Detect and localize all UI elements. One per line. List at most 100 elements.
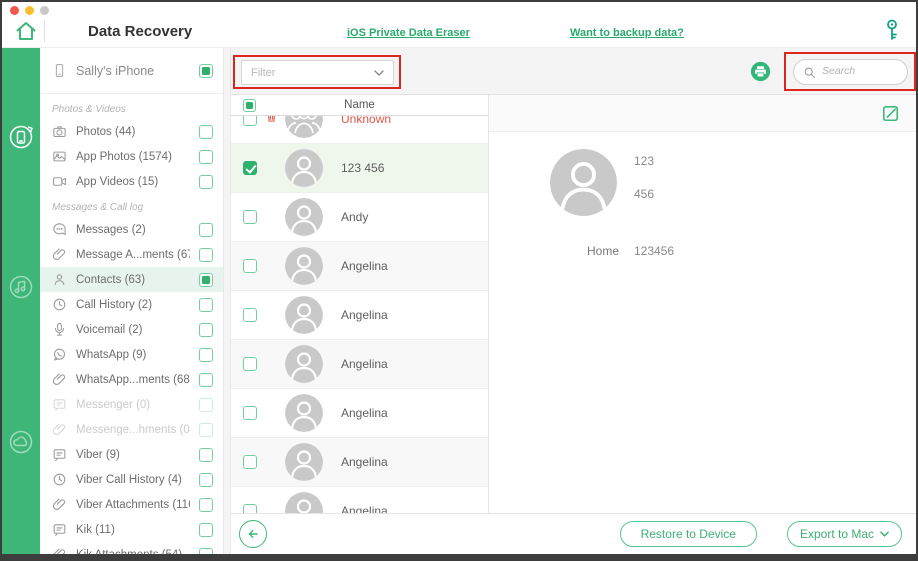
back-button[interactable] xyxy=(239,520,267,548)
contact-row-andy[interactable]: Andy xyxy=(231,193,488,242)
footer-bar: Restore to Device Export to Mac xyxy=(231,513,916,554)
key-icon[interactable] xyxy=(884,18,900,46)
contact-avatar-large xyxy=(550,149,617,216)
clock-icon xyxy=(52,297,67,312)
contact-first-name: 123 xyxy=(634,154,654,168)
iphone-icon xyxy=(52,63,67,78)
search-box[interactable] xyxy=(793,59,908,85)
bubble-square-icon xyxy=(52,447,67,462)
contact-row-angelina[interactable]: Angelina xyxy=(231,438,488,487)
contact-row-123-456[interactable]: 123 456 xyxy=(231,144,488,193)
contact-row-angelina[interactable]: Angelina xyxy=(231,291,488,340)
contact-row-angelina[interactable]: Angelina xyxy=(231,340,488,389)
sidebar-item-label: Messenge...hments (0) xyxy=(76,424,190,436)
phone-value: 123456 xyxy=(634,244,674,258)
sidebar-item-whatsapp-9[interactable]: WhatsApp (9) xyxy=(40,342,223,367)
sidebar-item-messenger-0[interactable]: Messenger (0) xyxy=(40,392,223,417)
cloud-refresh-icon[interactable] xyxy=(6,427,36,457)
window-controls[interactable] xyxy=(10,6,49,15)
contact-icon xyxy=(52,272,67,287)
restore-to-device-button[interactable]: Restore to Device xyxy=(620,521,757,547)
sidebar-item-label: Contacts (63) xyxy=(76,274,190,286)
sidebar-item-photos-44[interactable]: Photos (44) xyxy=(40,119,223,144)
row-checkbox[interactable] xyxy=(243,116,257,126)
row-checkbox[interactable] xyxy=(243,504,257,513)
music-refresh-icon[interactable] xyxy=(6,272,36,302)
sidebar-item-checkbox[interactable] xyxy=(199,223,213,237)
device-row[interactable]: Sally's iPhone xyxy=(40,48,223,94)
sidebar-item-checkbox[interactable] xyxy=(199,498,213,512)
sidebar-item-label: Kik (11) xyxy=(76,524,190,536)
sidebar-item-checkbox[interactable] xyxy=(199,423,213,437)
deleted-trash-icon xyxy=(265,116,278,129)
chevron-down-icon xyxy=(880,531,889,537)
sidebar-item-checkbox[interactable] xyxy=(199,523,213,537)
sidebar-item-checkbox[interactable] xyxy=(199,125,213,139)
backup-data-link[interactable]: Want to backup data? xyxy=(570,27,684,39)
sidebar-item-contacts-63[interactable]: Contacts (63) xyxy=(40,267,223,292)
detail-body: 123 456 Home 123456 xyxy=(489,132,916,513)
sidebar-item-checkbox[interactable] xyxy=(199,548,213,555)
sidebar-item-label: Photos (44) xyxy=(76,126,190,138)
sidebar-item-checkbox[interactable] xyxy=(199,273,213,287)
row-checkbox[interactable] xyxy=(243,210,257,224)
sidebar: Sally's iPhone Photos & VideosPhotos (44… xyxy=(40,48,224,554)
mode-rail xyxy=(2,48,40,554)
sidebar-item-checkbox[interactable] xyxy=(199,175,213,189)
contact-name: Angelina xyxy=(341,308,388,322)
sidebar-item-messenge-hments-0[interactable]: Messenge...hments (0) xyxy=(40,417,223,442)
row-checkbox[interactable] xyxy=(243,455,257,469)
phone-refresh-icon[interactable] xyxy=(6,122,36,152)
edit-icon[interactable] xyxy=(881,104,900,123)
sidebar-item-viber-call-history-4[interactable]: Viber Call History (4) xyxy=(40,467,223,492)
attachment-icon xyxy=(52,372,67,387)
export-to-mac-button[interactable]: Export to Mac xyxy=(787,521,902,547)
filter-dropdown[interactable]: Filter xyxy=(241,60,394,85)
sidebar-item-checkbox[interactable] xyxy=(199,373,213,387)
sidebar-item-checkbox[interactable] xyxy=(199,150,213,164)
search-input[interactable] xyxy=(820,60,900,82)
ios-private-data-eraser-link[interactable]: iOS Private Data Eraser xyxy=(347,27,470,39)
sidebar-item-checkbox[interactable] xyxy=(199,448,213,462)
sidebar-item-viber-9[interactable]: Viber (9) xyxy=(40,442,223,467)
sidebar-item-app-videos-15[interactable]: App Videos (15) xyxy=(40,169,223,194)
sidebar-item-checkbox[interactable] xyxy=(199,248,213,262)
row-checkbox[interactable] xyxy=(243,406,257,420)
device-checkbox[interactable] xyxy=(199,64,213,78)
export-button-label: Export to Mac xyxy=(800,527,874,541)
home-icon[interactable] xyxy=(14,19,38,43)
sidebar-item-messages-2[interactable]: Messages (2) xyxy=(40,217,223,242)
sidebar-item-checkbox[interactable] xyxy=(199,323,213,337)
sidebar-item-whatsapp-ments-68[interactable]: WhatsApp...ments (68) xyxy=(40,367,223,392)
minimize-window-button[interactable] xyxy=(25,6,34,15)
contact-row-angelina[interactable]: Angelina xyxy=(231,389,488,438)
sidebar-item-voicemail-2[interactable]: Voicemail (2) xyxy=(40,317,223,342)
filter-dropdown-label: Filter xyxy=(251,67,275,79)
sidebar-item-checkbox[interactable] xyxy=(199,298,213,312)
sidebar-item-checkbox[interactable] xyxy=(199,473,213,487)
sidebar-item-viber-attachments-116[interactable]: Viber Attachments (116) xyxy=(40,492,223,517)
header-divider xyxy=(44,20,45,42)
row-checkbox[interactable] xyxy=(243,357,257,371)
sidebar-item-kik-11[interactable]: Kik (11) xyxy=(40,517,223,542)
row-checkbox[interactable] xyxy=(243,161,257,175)
sidebar-item-label: Viber Attachments (116) xyxy=(76,499,190,511)
row-checkbox[interactable] xyxy=(243,308,257,322)
contact-row-angelina[interactable]: Angelina xyxy=(231,242,488,291)
contact-row-angelina[interactable]: Angelina xyxy=(231,487,488,513)
close-window-button[interactable] xyxy=(10,6,19,15)
sidebar-item-label: Viber (9) xyxy=(76,449,190,461)
sidebar-item-app-photos-1574[interactable]: App Photos (1574) xyxy=(40,144,223,169)
print-icon[interactable] xyxy=(750,61,771,82)
sidebar-item-checkbox[interactable] xyxy=(199,398,213,412)
contact-avatar xyxy=(285,394,323,432)
sidebar-item-checkbox[interactable] xyxy=(199,348,213,362)
row-checkbox[interactable] xyxy=(243,259,257,273)
sidebar-scrollbar[interactable] xyxy=(224,48,231,554)
sidebar-item-call-history-2[interactable]: Call History (2) xyxy=(40,292,223,317)
zoom-window-button[interactable] xyxy=(40,6,49,15)
contact-row-unknown[interactable]: Unknown xyxy=(231,116,488,144)
chevron-down-icon xyxy=(374,70,384,76)
sidebar-item-kik-attachments-54[interactable]: Kik Attachments (54) xyxy=(40,542,223,554)
sidebar-item-message-a-ments-67[interactable]: Message A...ments (67) xyxy=(40,242,223,267)
